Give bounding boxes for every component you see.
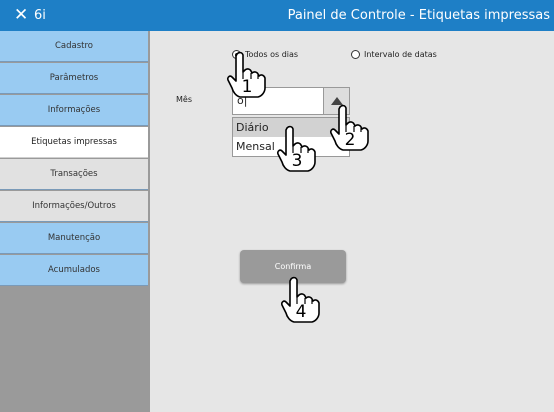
sidebar-item-label: Informações — [47, 105, 101, 115]
app-name: 6i — [34, 8, 46, 23]
month-label: Mês — [176, 95, 192, 104]
sidebar-item-informacoes-outros[interactable]: Informações/Outros — [0, 191, 148, 222]
sidebar-item-label: Etiquetas impressas — [31, 137, 117, 147]
radio-label: Intervalo de datas — [364, 50, 437, 59]
sidebar: Cadastro Parâmetros Informações Etiqueta… — [0, 31, 150, 412]
hand-pointer-icon: 1 — [226, 51, 266, 98]
sidebar-item-parametros[interactable]: Parâmetros — [0, 63, 148, 94]
sidebar-item-label: Transações — [50, 169, 98, 179]
window-title: Painel de Controle - Etiquetas impressas — [287, 8, 550, 23]
marker-number: 1 — [241, 77, 253, 97]
triangle-up-icon — [330, 97, 343, 105]
marker-number: 2 — [344, 130, 356, 150]
sidebar-item-cadastro[interactable]: Cadastro — [0, 31, 148, 62]
sidebar-item-informacoes[interactable]: Informações — [0, 95, 148, 126]
radio-unselected-icon[interactable] — [351, 50, 360, 59]
marker-number: 4 — [295, 302, 307, 322]
marker-number: 3 — [291, 151, 303, 171]
sidebar-item-label: Informações/Outros — [32, 201, 116, 211]
hand-pointer-icon: 4 — [280, 276, 320, 323]
sidebar-item-manutencao[interactable]: Manutenção — [0, 223, 148, 254]
main-panel — [150, 31, 554, 412]
title-bar: ✕ 6i Painel de Controle - Etiquetas impr… — [0, 0, 554, 31]
sidebar-item-etiquetas-impressas[interactable]: Etiquetas impressas — [0, 127, 148, 158]
sidebar-item-label: Parâmetros — [49, 73, 99, 83]
hand-pointer-icon: 2 — [329, 104, 369, 151]
hand-pointer-icon: 3 — [276, 125, 316, 172]
sidebar-item-label: Cadastro — [54, 41, 94, 51]
radio-intervalo-de-datas[interactable]: Intervalo de datas — [351, 50, 437, 59]
sidebar-item-label: Acumulados — [48, 265, 100, 275]
sidebar-item-label: Manutenção — [47, 233, 101, 243]
sidebar-item-acumulados[interactable]: Acumulados — [0, 255, 148, 286]
sidebar-item-transacoes[interactable]: Transações — [0, 159, 148, 190]
close-icon[interactable]: ✕ — [14, 4, 28, 26]
